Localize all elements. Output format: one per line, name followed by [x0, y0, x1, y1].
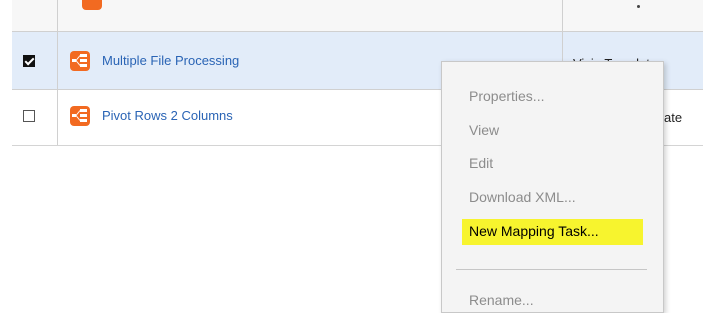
column-divider	[57, 0, 58, 145]
truncated-dot	[637, 5, 640, 8]
row-checkbox[interactable]	[23, 55, 35, 67]
menu-item-properties[interactable]: Properties...	[469, 88, 544, 104]
menu-item-view[interactable]: View	[469, 122, 499, 138]
menu-item-edit[interactable]: Edit	[469, 155, 493, 171]
mapping-template-icon	[82, 0, 102, 10]
template-name-link[interactable]: Multiple File Processing	[102, 53, 239, 68]
template-name-link[interactable]: Pivot Rows 2 Columns	[102, 108, 233, 123]
table-row-partial	[12, 0, 703, 32]
mapping-template-icon	[70, 106, 90, 126]
template-type: ate	[664, 110, 683, 125]
row-checkbox[interactable]	[23, 110, 35, 122]
menu-item-download-xml[interactable]: Download XML...	[469, 189, 576, 205]
menu-item-new-mapping-task[interactable]: New Mapping Task...	[469, 223, 599, 239]
context-menu: Properties... View Edit Download XML... …	[441, 61, 664, 313]
menu-separator	[456, 269, 647, 270]
menu-item-rename[interactable]: Rename...	[469, 292, 534, 308]
mapping-template-icon	[70, 51, 90, 71]
